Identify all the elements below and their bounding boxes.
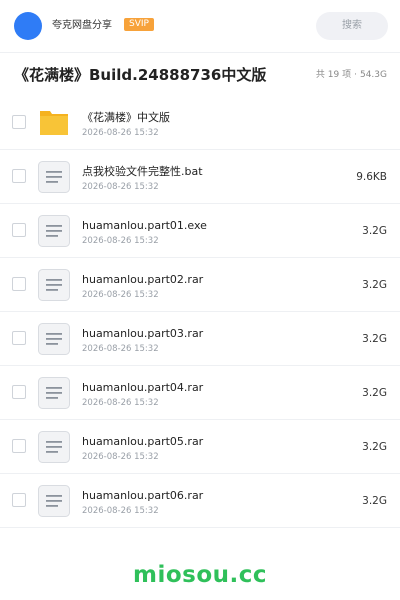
select-checkbox[interactable]	[12, 385, 26, 399]
file-name: huamanlou.part01.exe	[82, 219, 207, 232]
document-icon	[38, 431, 70, 463]
file-name: 《花满楼》中文版	[82, 111, 170, 124]
select-checkbox[interactable]	[12, 277, 26, 291]
page-title: 《花满楼》Build.24888736中文版	[14, 66, 267, 84]
meta-separator: ·	[354, 70, 357, 80]
file-name: huamanlou.part06.rar	[82, 489, 204, 502]
file-size: 3.2G	[362, 279, 387, 291]
list-item[interactable]: 点我校验文件完整性.bat 2026-08-26 15:32 9.6KB	[0, 150, 400, 204]
file-date: 2026-08-26 15:32	[82, 290, 159, 300]
file-size: 3.2G	[362, 225, 387, 237]
file-name: huamanlou.part03.rar	[82, 327, 204, 340]
file-list: 《花满楼》中文版 2026-08-26 15:32 点我校验文件完整性.bat …	[0, 96, 400, 528]
document-icon	[38, 161, 70, 193]
file-date: 2026-08-26 15:32	[82, 398, 159, 408]
select-checkbox[interactable]	[12, 115, 26, 129]
file-size: 3.2G	[362, 333, 387, 345]
document-icon	[38, 215, 70, 247]
file-size: 3.2G	[362, 387, 387, 399]
share-meta: 共 19 项 · 54.3G	[316, 69, 387, 81]
select-checkbox[interactable]	[12, 331, 26, 345]
file-name: huamanlou.part05.rar	[82, 435, 204, 448]
document-icon	[38, 323, 70, 355]
total-size: 54.3G	[359, 70, 387, 80]
document-icon	[38, 485, 70, 517]
folder-icon	[40, 111, 68, 135]
file-name: 点我校验文件完整性.bat	[82, 165, 203, 178]
svip-badge: SVIP	[124, 18, 154, 31]
file-date: 2026-08-26 15:32	[82, 506, 159, 516]
select-checkbox[interactable]	[12, 223, 26, 237]
list-item[interactable]: 《花满楼》中文版 2026-08-26 15:32	[0, 96, 400, 150]
avatar[interactable]	[14, 12, 42, 40]
watermark: miosou.cc	[132, 562, 268, 588]
file-size: 9.6KB	[356, 171, 387, 183]
document-icon	[38, 377, 70, 409]
file-date: 2026-08-26 15:32	[82, 128, 159, 138]
file-size: 3.2G	[362, 441, 387, 453]
list-item[interactable]: huamanlou.part01.exe 2026-08-26 15:32 3.…	[0, 204, 400, 258]
file-name: huamanlou.part04.rar	[82, 381, 204, 394]
search-input[interactable]: 搜索	[316, 12, 388, 40]
select-checkbox[interactable]	[12, 493, 26, 507]
list-item[interactable]: huamanlou.part06.rar 2026-08-26 15:32 3.…	[0, 474, 400, 528]
list-item[interactable]: huamanlou.part05.rar 2026-08-26 15:32 3.…	[0, 420, 400, 474]
select-checkbox[interactable]	[12, 439, 26, 453]
list-item[interactable]: huamanlou.part04.rar 2026-08-26 15:32 3.…	[0, 366, 400, 420]
file-size: 3.2G	[362, 495, 387, 507]
share-page: 夸克网盘分享 SVIP 搜索 《花满楼》Build.24888736中文版 共 …	[0, 0, 400, 600]
file-date: 2026-08-26 15:32	[82, 344, 159, 354]
item-count: 共 19 项	[315, 70, 352, 80]
select-checkbox[interactable]	[12, 169, 26, 183]
file-date: 2026-08-26 15:32	[82, 182, 159, 192]
document-icon	[38, 269, 70, 301]
file-name: huamanlou.part02.rar	[82, 273, 204, 286]
header: 夸克网盘分享 SVIP 搜索	[0, 0, 400, 53]
list-item[interactable]: huamanlou.part02.rar 2026-08-26 15:32 3.…	[0, 258, 400, 312]
file-date: 2026-08-26 15:32	[82, 452, 159, 462]
list-item[interactable]: huamanlou.part03.rar 2026-08-26 15:32 3.…	[0, 312, 400, 366]
share-owner-name: 夸克网盘分享	[52, 20, 112, 31]
file-date: 2026-08-26 15:32	[82, 236, 159, 246]
